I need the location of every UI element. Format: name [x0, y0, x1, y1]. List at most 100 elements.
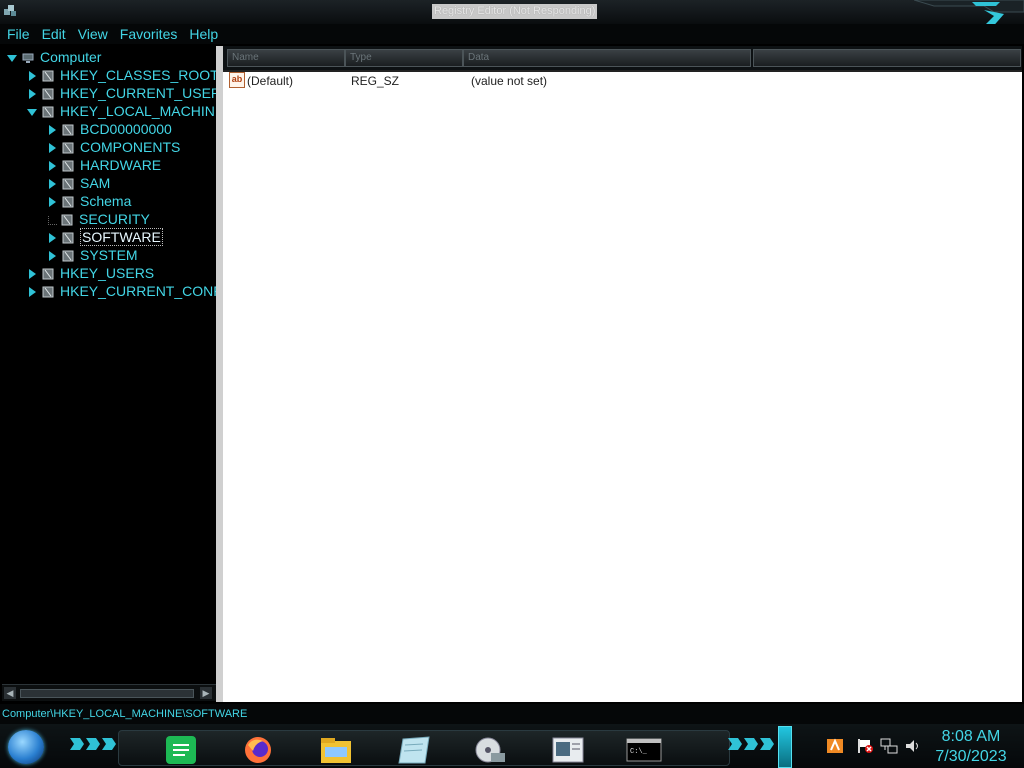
tree-node-system[interactable]: SYSTEM — [46, 246, 138, 264]
tree-node-security[interactable]: SECURITY — [46, 210, 150, 228]
tree-label: Computer — [40, 49, 102, 65]
menu-favorites[interactable]: Favorites — [120, 24, 178, 44]
tree-label: HKEY_CLASSES_ROOT — [60, 67, 216, 83]
folder-icon — [42, 286, 54, 298]
folder-icon — [62, 124, 74, 136]
expand-arrow-icon[interactable] — [46, 178, 58, 190]
tree-label: HKEY_CURRENT_USER — [60, 85, 216, 101]
expand-arrow-icon[interactable] — [26, 70, 38, 82]
tree-label: HKEY_LOCAL_MACHINE — [60, 103, 216, 119]
menu-help[interactable]: Help — [189, 24, 218, 44]
tree-node-schema[interactable]: Schema — [46, 192, 131, 210]
string-value-icon: ab — [229, 72, 245, 88]
speaker-icon[interactable] — [904, 738, 922, 754]
svg-text:C:\_: C:\_ — [630, 748, 648, 756]
expand-arrow-icon[interactable] — [46, 250, 58, 262]
command-prompt-icon[interactable]: C:\_ — [625, 735, 663, 765]
expand-arrow-icon[interactable] — [26, 268, 38, 280]
tree-label: BCD00000000 — [80, 121, 172, 137]
tree-label: HKEY_USERS — [60, 265, 155, 281]
tree-label: SECURITY — [79, 211, 150, 227]
title-bar[interactable]: Registry Editor (Not Responding) — [0, 0, 1024, 30]
scroll-right-icon[interactable]: ▶ — [200, 687, 212, 699]
values-list[interactable]: Name Type Data ab (Default) REG_SZ (valu… — [223, 46, 1022, 702]
list-header: Name Type Data — [223, 46, 1022, 72]
tree-label: Schema — [80, 193, 132, 209]
tree-label: COMPONENTS — [80, 139, 181, 155]
status-bar: Computer\HKEY_LOCAL_MACHINE\SOFTWARE — [0, 704, 1024, 726]
folder-icon — [62, 142, 74, 154]
menu-bar: File Edit View Favorites Help — [0, 24, 1024, 44]
pane-splitter[interactable] — [216, 46, 223, 702]
tree-label: SAM — [80, 175, 111, 191]
spotify-icon[interactable] — [163, 735, 201, 765]
tree-label: SYSTEM — [80, 247, 138, 263]
column-header-empty — [753, 49, 1021, 67]
tree-node-hardware[interactable]: HARDWARE — [46, 156, 161, 174]
folder-icon — [61, 214, 73, 226]
expand-arrow-icon[interactable] — [46, 232, 58, 244]
folder-icon — [62, 250, 74, 262]
tree-node-hkey-local-machine[interactable]: HKEY_LOCAL_MACHINE — [26, 102, 216, 120]
window-title: Registry Editor (Not Responding) — [432, 4, 598, 19]
folder-icon — [62, 160, 74, 172]
taskbar: C:\_ 8:08 AM 7/30/2023 — [0, 724, 1024, 768]
column-header-name[interactable]: Name — [227, 49, 345, 67]
notepad-icon[interactable] — [395, 735, 433, 765]
list-item[interactable]: ab (Default) REG_SZ (value not set) — [223, 72, 1022, 90]
tree-connector — [48, 215, 57, 225]
folder-icon — [42, 268, 54, 280]
menu-view[interactable]: View — [78, 24, 108, 44]
menu-edit[interactable]: Edit — [42, 24, 66, 44]
folder-icon — [62, 196, 74, 208]
expand-arrow-icon[interactable] — [46, 160, 58, 172]
flag-icon[interactable] — [856, 738, 874, 754]
document-viewer-icon[interactable] — [549, 735, 587, 765]
file-explorer-icon[interactable] — [317, 735, 355, 765]
firefox-icon[interactable] — [239, 735, 277, 765]
collapse-arrow-icon[interactable] — [6, 52, 18, 64]
expand-arrow-icon[interactable] — [26, 286, 38, 298]
value-name: (Default) — [247, 74, 294, 88]
expand-arrow-icon[interactable] — [46, 196, 58, 208]
expand-arrow-icon[interactable] — [26, 88, 38, 100]
show-desktop-button[interactable] — [778, 726, 792, 768]
folder-icon — [42, 70, 54, 82]
tree-node-sam[interactable]: SAM — [46, 174, 110, 192]
menu-file[interactable]: File — [7, 24, 30, 44]
clock-date[interactable]: 7/30/2023 — [930, 748, 1012, 766]
computer-icon — [22, 53, 34, 64]
value-data: (value not set) — [471, 74, 548, 88]
tree-node-bcd00000000[interactable]: BCD00000000 — [46, 120, 172, 138]
start-button[interactable] — [8, 730, 44, 764]
collapse-arrow-icon[interactable] — [26, 106, 38, 118]
tree-node-hkey-classes-root[interactable]: HKEY_CLASSES_ROOT — [26, 66, 216, 84]
tree-node-hkey-current-config[interactable]: HKEY_CURRENT_CONFI — [26, 282, 216, 300]
tree-node-hkey-users[interactable]: HKEY_USERS — [26, 264, 154, 282]
scroll-thumb[interactable] — [20, 689, 194, 698]
tree-node-components[interactable]: COMPONENTS — [46, 138, 180, 156]
tree-node-hkey-current-user[interactable]: HKEY_CURRENT_USER — [26, 84, 216, 102]
taskbar-app-strip: C:\_ — [118, 730, 730, 766]
folder-icon — [42, 106, 54, 118]
expand-arrow-icon[interactable] — [46, 124, 58, 136]
folder-icon — [62, 232, 74, 244]
tree-label: SOFTWARE — [80, 228, 163, 246]
chevron-decoration-icon — [728, 738, 774, 750]
network-icon[interactable] — [880, 738, 898, 754]
registry-editor-app-icon[interactable] — [2, 3, 18, 19]
column-header-data[interactable]: Data — [463, 49, 751, 67]
chevron-decoration-icon — [70, 738, 116, 750]
clock-time[interactable]: 8:08 AM — [930, 728, 1012, 746]
tree-label: HARDWARE — [80, 157, 162, 173]
scroll-left-icon[interactable]: ◀ — [4, 687, 16, 699]
tree-node-computer[interactable]: Computer — [6, 48, 101, 66]
expand-arrow-icon[interactable] — [46, 142, 58, 154]
disc-tool-icon[interactable] — [471, 735, 509, 765]
registry-tree[interactable]: Computer HKEY_CLASSES_ROOT HKEY_CURRENT_… — [2, 46, 216, 684]
column-header-type[interactable]: Type — [345, 49, 463, 67]
folder-icon — [62, 178, 74, 190]
app-tray-icon[interactable] — [826, 738, 844, 754]
tree-horizontal-scrollbar[interactable]: ◀ ▶ — [2, 684, 216, 701]
tree-node-software[interactable]: SOFTWARE — [46, 228, 163, 246]
